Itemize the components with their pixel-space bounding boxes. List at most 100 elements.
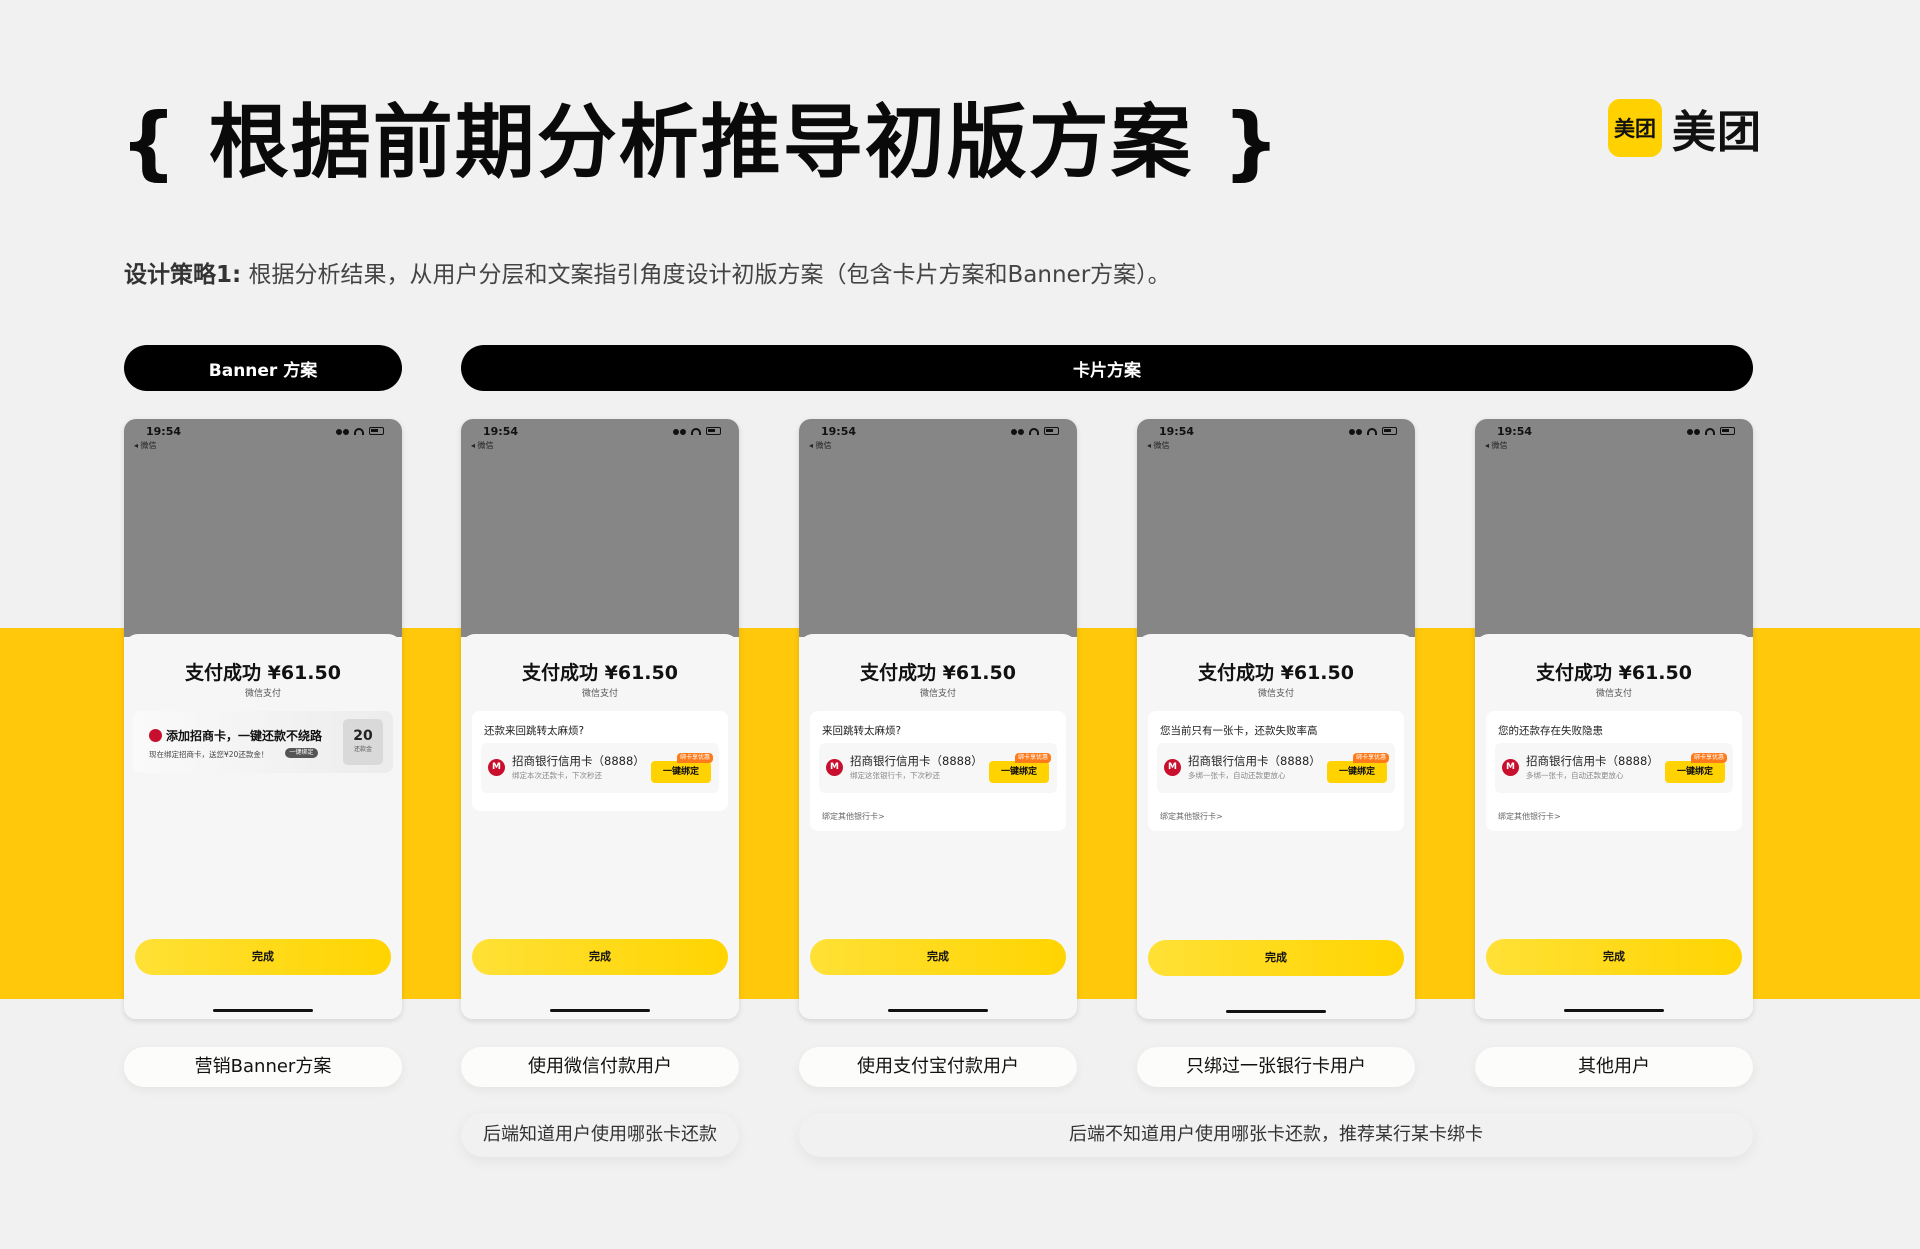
segment-label-alipay: 使用支付宝付款用户 <box>799 1047 1077 1087</box>
battery-icon <box>706 427 721 435</box>
payment-title: 支付成功 ¥61.50 <box>185 662 341 684</box>
home-indicator <box>888 1009 988 1012</box>
done-button[interactable]: 完成 <box>135 939 391 975</box>
bank-card-row[interactable]: M 招商银行信用卡（8888） 绑定本次还款卡，下次秒还 一键绑定 绑卡享优惠 <box>481 743 719 793</box>
bank-description: 多绑一张卡，自动还款更放心 <box>1526 771 1624 780</box>
meituan-logo: 美团 美团 <box>1608 96 1762 160</box>
done-button[interactable]: 完成 <box>472 939 728 975</box>
one-click-bind-button[interactable]: 一键绑定 <box>1327 761 1387 783</box>
wifi-icon <box>1029 427 1039 435</box>
bank-description: 多绑一张卡，自动还款更放心 <box>1188 771 1286 780</box>
cmb-bank-icon <box>149 729 162 742</box>
cmb-bank-icon: M <box>1164 759 1181 776</box>
strategy-text: 根据分析结果，从用户分层和文案指引角度设计初版方案（包含卡片方案和Banner方… <box>241 262 1171 288</box>
back-link[interactable]: ◂ 微信 <box>1485 440 1508 451</box>
bind-promo-tag: 绑卡享优惠 <box>1352 753 1389 763</box>
payment-sheet: 支付成功 ¥61.50 微信支付 还款来回跳转太麻烦? M 招商银行信用卡（88… <box>461 634 739 1019</box>
banner-section-pill: Banner 方案 <box>124 345 402 391</box>
bank-name: 招商银行信用卡（8888） <box>850 754 983 768</box>
signal-icon <box>673 427 686 435</box>
done-button[interactable]: 完成 <box>810 939 1066 975</box>
segment-label-other: 其他用户 <box>1475 1047 1753 1087</box>
banner-subtitle: 现在绑定招商卡，送您¥20还款金！ <box>149 750 269 759</box>
wifi-icon <box>1705 427 1715 435</box>
phone-mockup-wechat: 19:54 ◂ 微信 支付成功 ¥61.50 微信支付 还款来回跳转太麻烦? M… <box>461 419 739 1019</box>
page-title: { 根据前期分析推导初版方案 } <box>120 96 1282 189</box>
done-button[interactable]: 完成 <box>1486 939 1742 975</box>
phone-backdrop: 19:54 ◂ 微信 <box>1137 419 1415 637</box>
banner-title: 添加招商卡，一键还款不绕路 <box>166 729 323 743</box>
cmb-bank-icon: M <box>826 759 843 776</box>
signal-icon <box>1687 427 1700 435</box>
segment-label-banner: 营销Banner方案 <box>124 1047 402 1087</box>
bind-card-panel: 来回跳转太麻烦? M 招商银行信用卡（8888） 绑定这张银行卡，下次秒还 一键… <box>810 711 1066 831</box>
payment-sheet: 支付成功 ¥61.50 微信支付 来回跳转太麻烦? M 招商银行信用卡（8888… <box>799 634 1077 1019</box>
payment-title: 支付成功 ¥61.50 <box>1536 662 1692 684</box>
banner-bind-chip[interactable]: 一键绑定 <box>285 748 318 758</box>
phone-backdrop: 19:54 ◂ 微信 <box>124 419 402 637</box>
phone-mockup-single-card: 19:54 ◂ 微信 支付成功 ¥61.50 微信支付 您当前只有一张卡，还款失… <box>1137 419 1415 1019</box>
payment-sheet: 支付成功 ¥61.50 微信支付 您的还款存在失败隐患 M 招商银行信用卡（88… <box>1475 634 1753 1019</box>
bind-other-bank-link[interactable]: 绑定其他银行卡> <box>1498 811 1561 822</box>
bind-promo-tag: 绑卡享优惠 <box>676 753 713 763</box>
system-icons <box>673 427 721 435</box>
done-button[interactable]: 完成 <box>1148 940 1404 976</box>
bank-card-row[interactable]: M 招商银行信用卡（8888） 多绑一张卡，自动还款更放心 一键绑定 绑卡享优惠 <box>1495 743 1733 793</box>
payment-method: 微信支付 <box>919 689 956 699</box>
cmb-bank-icon: M <box>1502 759 1519 776</box>
home-indicator <box>550 1009 650 1012</box>
cmb-bank-icon: M <box>488 759 505 776</box>
system-icons <box>1011 427 1059 435</box>
one-click-bind-button[interactable]: 一键绑定 <box>989 761 1049 783</box>
bank-name: 招商银行信用卡（8888） <box>1526 754 1659 768</box>
status-time: 19:54 <box>821 425 857 438</box>
phone-mockup-other: 19:54 ◂ 微信 支付成功 ¥61.50 微信支付 您的还款存在失败隐患 M… <box>1475 419 1753 1019</box>
payment-method: 微信支付 <box>244 689 281 699</box>
coupon-amount: 20 <box>353 728 373 744</box>
wifi-icon <box>1367 427 1377 435</box>
system-icons <box>1687 427 1735 435</box>
signal-icon <box>1011 427 1024 435</box>
bank-description: 绑定本次还款卡，下次秒还 <box>512 771 602 780</box>
bank-card-row[interactable]: M 招商银行信用卡（8888） 绑定这张银行卡，下次秒还 一键绑定 绑卡享优惠 <box>819 743 1057 793</box>
bind-card-panel: 还款来回跳转太麻烦? M 招商银行信用卡（8888） 绑定本次还款卡，下次秒还 … <box>472 711 728 811</box>
strategy-label: 设计策略1: <box>124 262 242 288</box>
payment-method: 微信支付 <box>1595 689 1632 699</box>
battery-icon <box>369 427 384 435</box>
back-link[interactable]: ◂ 微信 <box>809 440 832 451</box>
payment-title: 支付成功 ¥61.50 <box>522 662 678 684</box>
bank-card-row[interactable]: M 招商银行信用卡（8888） 多绑一张卡，自动还款更放心 一键绑定 绑卡享优惠 <box>1157 743 1395 793</box>
bind-card-panel: 您当前只有一张卡，还款失败率高 M 招商银行信用卡（8888） 多绑一张卡，自动… <box>1148 711 1404 831</box>
phone-mockup-banner: 19:54 ◂ 微信 支付成功 ¥61.50 微信支付 添加招商卡，一键还款不绕… <box>124 419 402 1019</box>
card-question: 您当前只有一张卡，还款失败率高 <box>1160 725 1318 737</box>
battery-icon <box>1382 427 1397 435</box>
back-link[interactable]: ◂ 微信 <box>471 440 494 451</box>
battery-icon <box>1044 427 1059 435</box>
status-time: 19:54 <box>146 425 182 438</box>
battery-icon <box>1720 427 1735 435</box>
card-question: 还款来回跳转太麻烦? <box>484 725 585 737</box>
one-click-bind-button[interactable]: 一键绑定 <box>651 761 711 783</box>
design-strategy: 设计策略1: 根据分析结果，从用户分层和文案指引角度设计初版方案（包含卡片方案和… <box>124 255 1171 289</box>
bind-promo-tag: 绑卡享优惠 <box>1014 753 1051 763</box>
bank-description: 绑定这张银行卡，下次秒还 <box>850 771 940 780</box>
back-link[interactable]: ◂ 微信 <box>134 440 157 451</box>
logo-badge: 美团 <box>1608 99 1662 157</box>
backend-unknown-note: 后端不知道用户使用哪张卡还款，推荐某行某卡绑卡 <box>799 1113 1753 1157</box>
payment-method: 微信支付 <box>1257 689 1294 699</box>
card-section-pill: 卡片方案 <box>461 345 1753 391</box>
phone-backdrop: 19:54 ◂ 微信 <box>1475 419 1753 637</box>
status-time: 19:54 <box>1497 425 1533 438</box>
segment-label-single-card: 只绑过一张银行卡用户 <box>1137 1047 1415 1087</box>
segment-label-wechat: 使用微信付款用户 <box>461 1047 739 1087</box>
phone-mockup-alipay: 19:54 ◂ 微信 支付成功 ¥61.50 微信支付 来回跳转太麻烦? M 招… <box>799 419 1077 1019</box>
bind-other-bank-link[interactable]: 绑定其他银行卡> <box>1160 811 1223 822</box>
coupon-badge: 20 还款金 <box>343 719 383 765</box>
bind-other-bank-link[interactable]: 绑定其他银行卡> <box>822 811 885 822</box>
card-question: 来回跳转太麻烦? <box>822 725 902 737</box>
back-link[interactable]: ◂ 微信 <box>1147 440 1170 451</box>
bind-promo-tag: 绑卡享优惠 <box>1690 753 1727 763</box>
marketing-banner[interactable]: 添加招商卡，一键还款不绕路 现在绑定招商卡，送您¥20还款金！ 一键绑定 20 … <box>133 711 393 773</box>
payment-sheet: 支付成功 ¥61.50 微信支付 添加招商卡，一键还款不绕路 现在绑定招商卡，送… <box>124 634 402 1019</box>
one-click-bind-button[interactable]: 一键绑定 <box>1665 761 1725 783</box>
